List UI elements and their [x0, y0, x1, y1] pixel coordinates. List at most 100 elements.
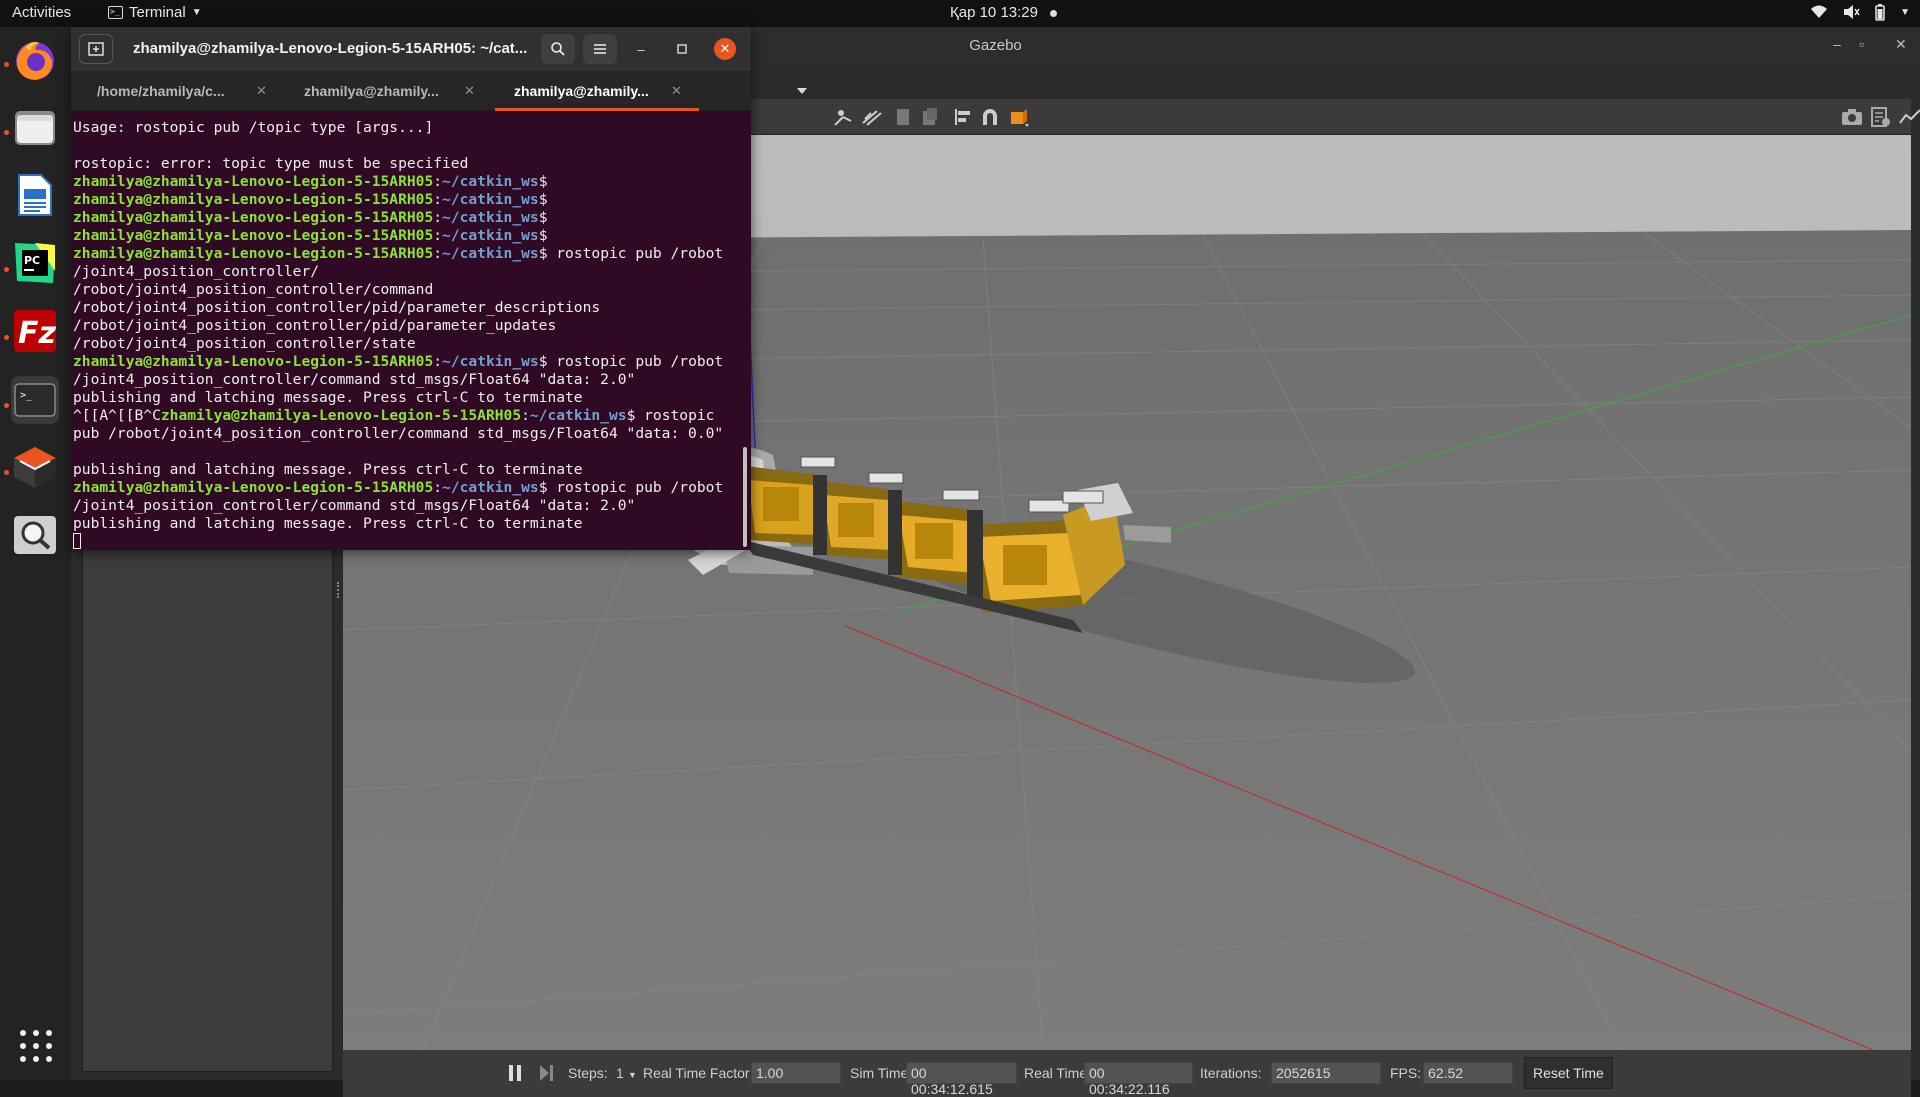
translate-tool-icon[interactable]	[833, 107, 855, 127]
paste-icon[interactable]	[919, 107, 941, 127]
tab-label: zhamilya@zhamily...	[514, 83, 649, 99]
battery-icon	[1875, 4, 1885, 21]
chevron-down-icon[interactable]: ▼	[628, 1070, 637, 1080]
output-line: /joint4_position_controller/command std_…	[73, 371, 636, 388]
real-time-label: Real Time:	[1024, 1065, 1091, 1081]
tab-label: zhamilya@zhamily...	[304, 83, 439, 99]
hamburger-icon	[594, 44, 606, 54]
real-time-value: 00 00:34:22.116	[1084, 1062, 1193, 1097]
app-menu[interactable]: >_ Terminal ▼	[108, 4, 202, 21]
minimize-button[interactable]: –	[631, 39, 651, 59]
align-icon[interactable]	[953, 107, 975, 127]
dock-item-search[interactable]	[11, 511, 59, 559]
clock[interactable]: Қар 10 13:29	[950, 4, 1057, 21]
prompt-path: ~/catkin_ws	[442, 479, 539, 496]
plot-icon[interactable]	[1899, 107, 1920, 127]
dock: PC Fz >_	[0, 27, 71, 1080]
new-tab-button[interactable]	[79, 34, 113, 64]
text-cursor	[73, 533, 81, 549]
tab-2[interactable]: zhamilya@zhamily... ✕	[281, 71, 475, 111]
step-icon[interactable]	[539, 1064, 555, 1082]
box-icon	[14, 447, 56, 488]
prompt-path: ~/catkin_ws	[442, 227, 539, 244]
log-icon[interactable]	[1869, 107, 1891, 127]
output-line: /robot/joint4_position_controller/pid/pa…	[73, 317, 557, 334]
output-line: /joint4_position_controller/command std_…	[73, 497, 636, 514]
activities-button[interactable]: Activities	[12, 4, 71, 21]
maximize-button[interactable]: ▫	[1859, 36, 1864, 52]
command-text: rostopic pub /robot	[547, 479, 724, 496]
dock-item-files[interactable]	[11, 104, 59, 152]
close-icon[interactable]: ✕	[256, 83, 267, 99]
dock-item-software[interactable]	[11, 443, 59, 491]
escape-text: ^[[A^[[B^C	[73, 407, 161, 424]
tab-3[interactable]: zhamilya@zhamily... ✕	[495, 71, 699, 111]
dock-item-pycharm[interactable]: PC	[11, 239, 59, 287]
filezilla-icon: Fz	[14, 310, 56, 352]
close-button[interactable]: ✕	[1895, 36, 1907, 53]
tab-1[interactable]: /home/zhamilya/c... ✕	[71, 71, 267, 111]
steps-value[interactable]: 1	[616, 1065, 624, 1081]
terminal-headerbar: zhamilya@zhamilya-Lenovo-Legion-5-15ARH0…	[71, 27, 751, 71]
chevron-down-icon: ▼	[191, 7, 202, 18]
steps-label: Steps:	[568, 1065, 608, 1081]
show-applications-button[interactable]	[20, 1030, 52, 1062]
screenshot-icon[interactable]	[1841, 107, 1863, 127]
command-text: rostopic pub /robot	[547, 353, 724, 370]
close-icon[interactable]: ✕	[671, 83, 682, 99]
output-line: /robot/joint4_position_controller/state	[73, 335, 416, 352]
close-icon[interactable]: ✕	[464, 83, 475, 99]
dock-item-terminal[interactable]: >_	[11, 376, 59, 424]
iterations-value: 2052615	[1271, 1062, 1381, 1084]
terminal-window: zhamilya@zhamilya-Lenovo-Legion-5-15ARH0…	[71, 27, 807, 550]
sim-time-value: 00 00:34:12.615	[906, 1062, 1017, 1097]
top-bar: Activities >_ Terminal ▼ Қар 10 13:29 ▼	[0, 0, 1920, 27]
terminal-icon: >_	[14, 383, 56, 417]
folder-icon	[15, 111, 55, 145]
app-menu-label: Terminal	[129, 4, 186, 21]
running-indicator	[4, 130, 9, 135]
dock-item-writer[interactable]	[11, 171, 59, 219]
prompt-path: ~/catkin_ws	[442, 173, 539, 190]
reset-time-button[interactable]: Reset Time	[1524, 1057, 1613, 1089]
snap-icon[interactable]	[979, 107, 1001, 127]
terminal-icon: >_	[108, 6, 123, 19]
notification-dot	[1049, 9, 1057, 17]
dock-item-filezilla[interactable]: Fz	[11, 307, 59, 355]
copy-icon[interactable]	[893, 107, 915, 127]
fps-value: 62.52	[1423, 1062, 1513, 1084]
prompt-user: zhamilya@zhamilya-Lenovo-Legion-5-15ARH0…	[73, 245, 434, 262]
prompt-user: zhamilya@zhamilya-Lenovo-Legion-5-15ARH0…	[73, 479, 434, 496]
prompt-path: ~/catkin_ws	[529, 407, 627, 424]
maximize-button[interactable]	[672, 39, 692, 59]
dock-item-firefox[interactable]	[11, 36, 59, 84]
terminal-scrollbar[interactable]	[743, 447, 747, 547]
tab-list-chevron-icon[interactable]	[796, 87, 808, 95]
prompt-user: zhamilya@zhamilya-Lenovo-Legion-5-15ARH0…	[160, 407, 522, 424]
system-tray[interactable]: ▼	[1810, 3, 1910, 21]
command-text: rostopic pub /robot	[547, 245, 724, 262]
search-button[interactable]	[541, 34, 575, 64]
minimize-button[interactable]: –	[1833, 36, 1841, 52]
change-view-icon[interactable]	[1009, 107, 1031, 127]
firefox-icon	[16, 41, 54, 80]
wifi-icon	[1811, 5, 1828, 18]
svg-text:>_: >_	[20, 390, 33, 401]
running-indicator	[4, 470, 9, 475]
volume-icon	[1844, 5, 1860, 19]
output-line: publishing and latching message. Press c…	[73, 461, 583, 478]
prompt-path: ~/catkin_ws	[442, 209, 539, 226]
prompt-user: zhamilya@zhamilya-Lenovo-Legion-5-15ARH0…	[73, 191, 434, 208]
prompt-path: ~/catkin_ws	[442, 245, 539, 262]
maximize-icon	[677, 44, 687, 54]
menu-button[interactable]	[583, 34, 617, 64]
output-line: rostopic: error: topic type must be spec…	[73, 155, 469, 172]
pause-icon[interactable]	[508, 1064, 522, 1082]
pycharm-icon: PC	[15, 243, 55, 283]
close-button[interactable]: ✕	[714, 38, 736, 60]
terminal-tabs: /home/zhamilya/c... ✕ zhamilya@zhamily..…	[71, 71, 807, 111]
running-indicator	[4, 267, 9, 272]
gazebo-time-panel: Steps: 1 ▼ Real Time Factor: 1.00 Sim Ti…	[343, 1050, 1911, 1097]
terminal-output[interactable]: Usage: rostopic pub /topic type [args...…	[71, 111, 751, 550]
rotate-tool-icon[interactable]	[861, 107, 883, 127]
